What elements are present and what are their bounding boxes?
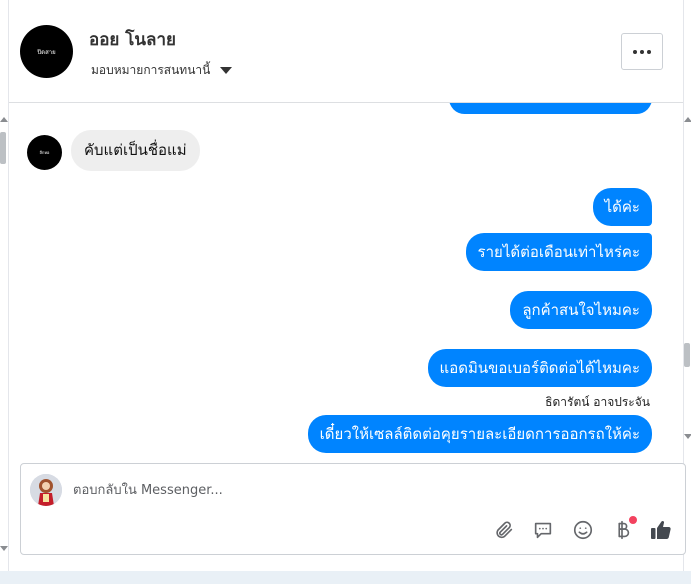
- more-options-button[interactable]: [621, 33, 663, 70]
- inbox-conversation: ปิดสาย ออย โนลาย มอบหมายการสนทนานี้ ลีกห…: [0, 0, 691, 584]
- more-dots-icon: [633, 49, 651, 54]
- chat-bubble-icon[interactable]: [531, 518, 555, 542]
- scroll-thumb[interactable]: [0, 132, 6, 164]
- left-scroll-rail: [0, 0, 9, 584]
- caret-down-icon: [220, 67, 233, 74]
- message-bubble-incoming[interactable]: คับแต่เป็นชื่อแม่: [71, 130, 200, 171]
- scroll-thumb[interactable]: [684, 343, 690, 367]
- message-thread: ลีกหอ คับแต่เป็นชื่อแม่ ได้ค่ะ รายได้ต่อ…: [9, 103, 683, 455]
- agent-avatar: [30, 474, 62, 506]
- conversation-header: ปิดสาย ออย โนลาย มอบหมายการสนทนานี้: [9, 0, 683, 103]
- message-bubble-outgoing[interactable]: แอดมินขอเบอร์ติดต่อได้ไหมคะ: [427, 349, 652, 387]
- scroll-up-arrow-icon[interactable]: [684, 117, 691, 122]
- paperclip-icon[interactable]: [492, 518, 516, 542]
- reply-composer: [20, 463, 686, 555]
- bottom-strip: [0, 571, 691, 584]
- scroll-up-arrow-icon[interactable]: [0, 117, 8, 122]
- customer-avatar-text: ลีกหอ: [39, 150, 50, 155]
- assign-label: มอบหมายการสนทนานี้: [91, 63, 211, 77]
- message-bubble-outgoing-partial[interactable]: [449, 103, 652, 114]
- page-name[interactable]: ออย โนลาย: [89, 26, 176, 53]
- message-bubble-outgoing[interactable]: ได้ค่ะ: [592, 188, 652, 226]
- scroll-down-arrow-icon[interactable]: [0, 546, 8, 551]
- thumbs-up-icon[interactable]: [649, 518, 673, 542]
- agent-avatar-image: [30, 474, 62, 506]
- smiley-icon[interactable]: [571, 518, 595, 542]
- page-avatar-text: ปิดสาย: [37, 48, 56, 56]
- message-bubble-outgoing[interactable]: รายได้ต่อเดือนเท่าไหร่คะ: [465, 233, 652, 271]
- payment-notification-dot: [629, 516, 637, 524]
- page-avatar[interactable]: ปิดสาย: [20, 25, 73, 78]
- message-bubble-outgoing[interactable]: ลูกค้าสนใจไหมคะ: [510, 291, 652, 329]
- sender-name: ธิดารัตน์ อาจประจัน: [545, 395, 650, 409]
- assign-conversation-dropdown[interactable]: มอบหมายการสนทนานี้: [91, 61, 233, 80]
- reply-input[interactable]: [73, 479, 633, 501]
- scroll-down-arrow-icon[interactable]: [684, 434, 691, 439]
- message-bubble-outgoing[interactable]: เดี๋ยวให้เซลล์ติดต่อคุยรายละเอียดการออกร…: [307, 415, 652, 453]
- customer-avatar[interactable]: ลีกหอ: [27, 135, 62, 170]
